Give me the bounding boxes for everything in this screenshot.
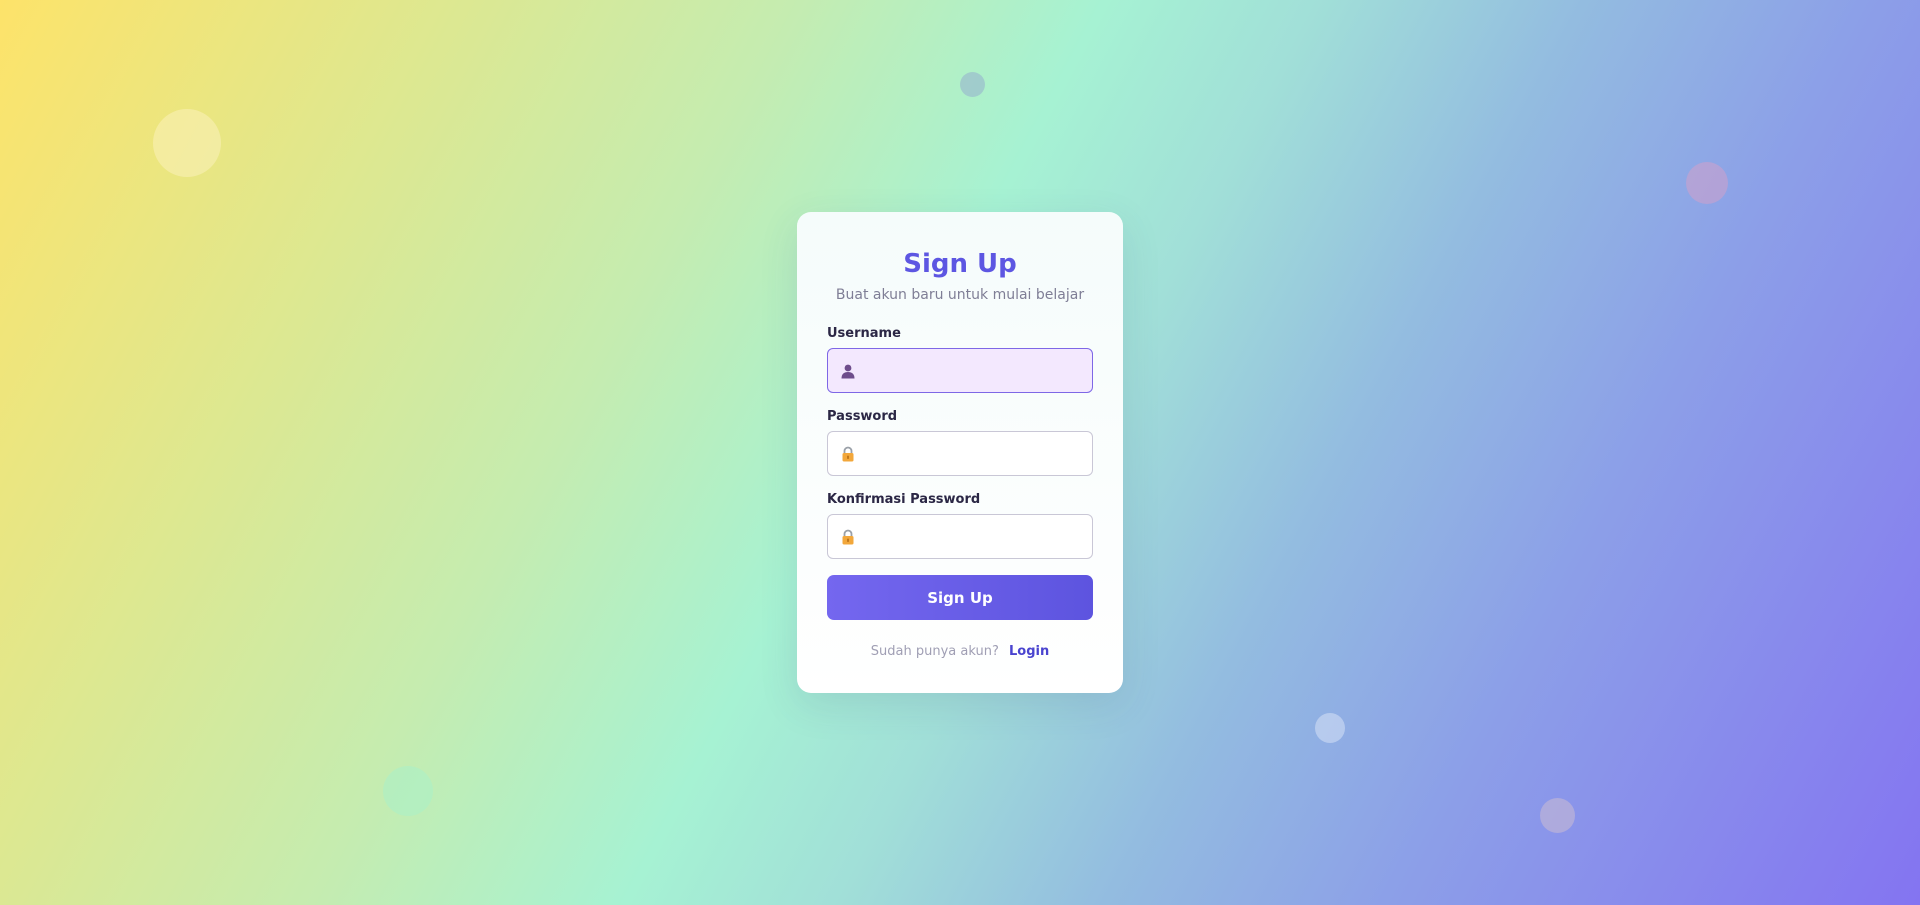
confirm-password-label: Konfirmasi Password: [827, 492, 981, 507]
confirm-password-field-group: Konfirmasi Password: [827, 492, 1093, 559]
decorative-bubble: [383, 766, 433, 816]
username-field-group: Username: [827, 326, 1093, 393]
page-title: Sign Up: [903, 249, 1017, 279]
decorative-bubble: [153, 109, 221, 177]
decorative-bubble: [1686, 162, 1728, 204]
page-subtitle: Buat akun baru untuk mulai belajar: [835, 287, 1085, 303]
login-prompt-text: Sudah punya akun?: [870, 644, 999, 659]
confirm-password-field[interactable]: [827, 514, 1093, 559]
decorative-bubble: [1540, 798, 1575, 833]
username-field[interactable]: [827, 348, 1093, 393]
confirm-password-input[interactable]: [828, 515, 1092, 558]
username-input[interactable]: [828, 349, 1092, 392]
password-label: Password: [827, 409, 898, 424]
password-field[interactable]: [827, 431, 1093, 476]
username-label: Username: [827, 326, 901, 341]
login-link[interactable]: Login: [1009, 644, 1049, 659]
password-field-group: Password: [827, 409, 1093, 476]
signup-button[interactable]: Sign Up: [827, 575, 1093, 620]
decorative-bubble: [960, 72, 985, 97]
signup-card: Sign Up Buat akun baru untuk mulai belaj…: [797, 212, 1123, 693]
password-input[interactable]: [828, 432, 1092, 475]
login-prompt: Sudah punya akun? Login: [827, 644, 1093, 660]
decorative-bubble: [1315, 713, 1345, 743]
